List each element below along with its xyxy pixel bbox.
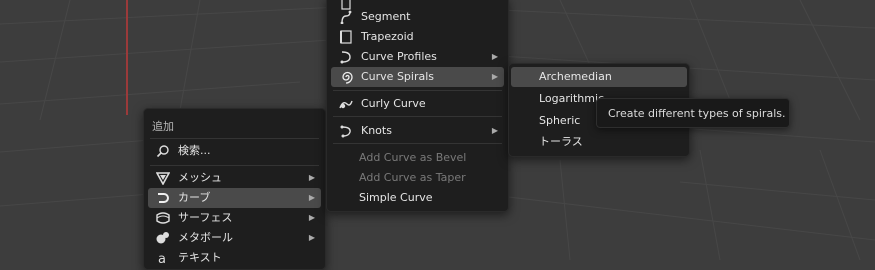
menu-separator [333, 116, 502, 117]
menu-item-simple-curve[interactable]: Simple Curve [331, 188, 504, 208]
menu-item-label: Curve Spirals [361, 70, 435, 83]
menu-item-archemedian[interactable]: Archemedian [511, 67, 687, 87]
menu-item-metaball[interactable]: メタボール ▶ [148, 228, 321, 248]
menu-item-label: テキスト [178, 251, 222, 264]
search-label: 検索... [178, 144, 211, 157]
tooltip-text: Create different types of spirals. [608, 107, 786, 120]
text-icon: a [155, 250, 171, 266]
menu-separator [333, 90, 502, 91]
menu-item-add-curve-as-bevel: Add Curve as Bevel [331, 148, 504, 168]
curve-profiles-icon [338, 49, 354, 65]
x-axis-line [126, 0, 128, 115]
menu-item-label: Knots [361, 124, 392, 137]
menu-item-label: トーラス [539, 135, 583, 148]
menu-item-curve[interactable]: カーブ ▶ [148, 188, 321, 208]
spiral-icon [338, 69, 354, 85]
menu-item-label: メタボール [178, 231, 233, 244]
menu-item-label: Curly Curve [361, 97, 426, 110]
curve-menu: Segment Trapezoid Curve Profiles ▶ Curve… [326, 0, 509, 212]
submenu-arrow-icon: ▶ [491, 126, 498, 135]
menu-item-label: Logarithmic [539, 92, 605, 105]
menu-item-label: Add Curve as Bevel [359, 151, 467, 164]
search-icon [155, 143, 171, 159]
submenu-arrow-icon: ▶ [308, 193, 315, 202]
submenu-arrow-icon: ▶ [491, 72, 498, 81]
menu-item-label: カーブ [178, 191, 211, 204]
knots-icon [338, 123, 354, 139]
svg-text:a: a [158, 252, 166, 265]
add-menu: 追加 検索... メッシュ ▶ カーブ ▶ サーフェス ▶ メタボール ▶ a … [143, 108, 326, 270]
trapezoid-icon [338, 29, 354, 45]
menu-item-surface[interactable]: サーフェス ▶ [148, 208, 321, 228]
menu-item-label: Archemedian [539, 70, 612, 83]
menu-separator [333, 143, 502, 144]
menu-item-label: Segment [361, 10, 411, 23]
add-menu-header: 追加 [152, 120, 174, 133]
submenu-arrow-icon: ▶ [308, 213, 315, 222]
menu-item-text[interactable]: a テキスト [148, 248, 321, 268]
menu-separator [150, 165, 319, 166]
menu-item-label: Simple Curve [359, 191, 433, 204]
segment-icon [338, 9, 354, 25]
menu-item-label: Add Curve as Taper [359, 171, 466, 184]
search-item[interactable]: 検索... [148, 141, 321, 161]
menu-item-label: メッシュ [178, 171, 222, 184]
menu-separator [150, 138, 319, 139]
menu-item-add-curve-as-taper: Add Curve as Taper [331, 168, 504, 188]
menu-item-mesh[interactable]: メッシュ ▶ [148, 168, 321, 188]
submenu-arrow-icon: ▶ [308, 233, 315, 242]
menu-item-label: サーフェス [178, 211, 233, 224]
curly-curve-icon [338, 96, 354, 112]
menu-item-curve-spirals[interactable]: Curve Spirals ▶ [331, 67, 504, 87]
menu-item-curve-profiles[interactable]: Curve Profiles ▶ [331, 47, 504, 67]
menu-item-label: Trapezoid [361, 30, 414, 43]
submenu-arrow-icon: ▶ [491, 52, 498, 61]
tooltip: Create different types of spirals. [596, 98, 790, 128]
menu-item-torus[interactable]: トーラス [511, 132, 687, 152]
curve-icon [155, 190, 171, 206]
surface-icon [155, 210, 171, 226]
mesh-icon [155, 170, 171, 186]
menu-item-label: Curve Profiles [361, 50, 437, 63]
metaball-icon [155, 230, 171, 246]
menu-item-segment[interactable]: Segment [331, 7, 504, 27]
menu-item-curly-curve[interactable]: Curly Curve [331, 94, 504, 114]
submenu-arrow-icon: ▶ [308, 173, 315, 182]
menu-item-knots[interactable]: Knots ▶ [331, 121, 504, 141]
menu-item-trapezoid[interactable]: Trapezoid [331, 27, 504, 47]
menu-item-label: Spheric [539, 114, 581, 127]
